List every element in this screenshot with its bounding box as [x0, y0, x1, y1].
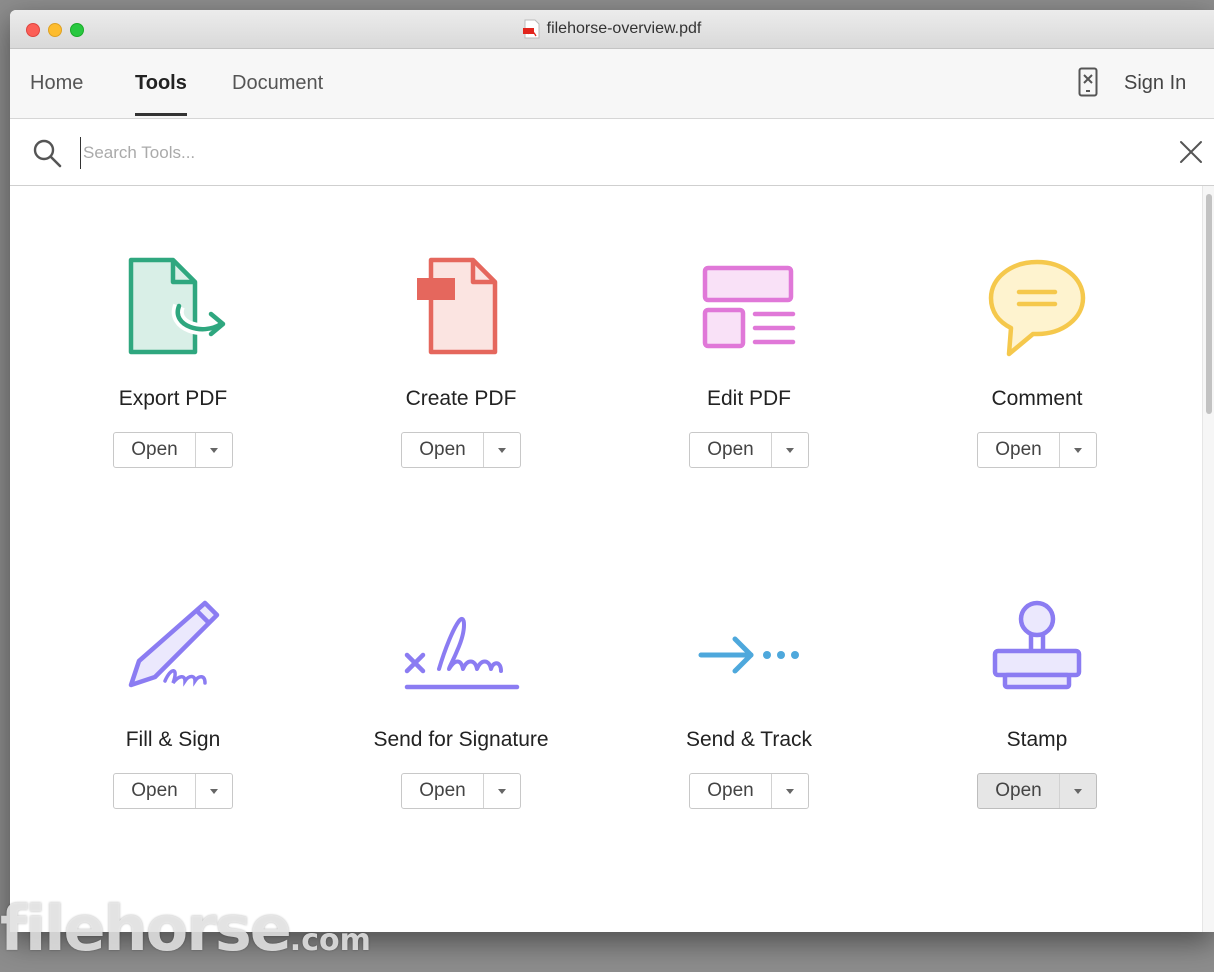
open-button[interactable]: Open	[402, 774, 484, 808]
fill-sign-icon[interactable]	[113, 589, 233, 709]
window-title-area: filehorse-overview.pdf	[10, 10, 1214, 48]
send-track-open-split-button[interactable]: Open	[689, 773, 809, 809]
open-button[interactable]: Open	[114, 433, 196, 467]
open-dropdown-button[interactable]	[1060, 774, 1096, 808]
mobile-link-icon[interactable]	[1078, 67, 1098, 97]
tool-label: Send for Signature	[373, 728, 549, 751]
app-window: filehorse-overview.pdf Home Tools Docume…	[10, 10, 1214, 932]
pdf-file-icon	[522, 19, 540, 39]
export-pdf-icon[interactable]	[113, 248, 233, 368]
tool-send-for-signature: Send for Signature Open	[317, 589, 605, 809]
chevron-down-icon	[786, 788, 794, 794]
chevron-down-icon	[210, 447, 218, 453]
scrollbar-thumb[interactable]	[1206, 194, 1212, 414]
open-dropdown-button[interactable]	[772, 433, 808, 467]
send-track-icon[interactable]	[689, 589, 809, 709]
send-for-signature-open-split-button[interactable]: Open	[401, 773, 521, 809]
sign-in-link[interactable]: Sign In	[1124, 49, 1186, 118]
open-button[interactable]: Open	[402, 433, 484, 467]
tool-label: Fill & Sign	[125, 728, 221, 751]
search-bar	[10, 119, 1214, 186]
open-button[interactable]: Open	[978, 433, 1060, 467]
filehorse-watermark-logo: filehorse.com	[0, 892, 371, 972]
tool-fill-sign: Fill & Sign Open	[29, 589, 317, 809]
tool-label: Send & Track	[685, 728, 813, 751]
tools-grid: Export PDF Open Create PDF Open Edit PDF…	[10, 186, 1202, 932]
title-bar: filehorse-overview.pdf	[10, 10, 1214, 49]
window-title: filehorse-overview.pdf	[546, 20, 702, 37]
create-pdf-open-split-button[interactable]: Open	[401, 432, 521, 468]
tool-label: Stamp	[1006, 728, 1068, 751]
vertical-scrollbar[interactable]	[1202, 186, 1214, 932]
tool-send-track: Send & Track Open	[605, 589, 893, 809]
stamp-open-split-button[interactable]: Open	[977, 773, 1097, 809]
tab-home[interactable]: Home	[30, 49, 83, 118]
tool-label: Edit PDF	[706, 387, 792, 410]
tab-document[interactable]: Document	[232, 49, 323, 118]
tool-stamp: Stamp Open	[893, 589, 1181, 809]
open-button[interactable]: Open	[978, 774, 1060, 808]
chevron-down-icon	[498, 447, 506, 453]
open-dropdown-button[interactable]	[1060, 433, 1096, 467]
tool-create-pdf: Create PDF Open	[317, 248, 605, 468]
close-search-icon[interactable]	[1178, 139, 1204, 165]
comment-icon[interactable]	[977, 248, 1097, 368]
edit-pdf-icon[interactable]	[689, 248, 809, 368]
top-navigation: Home Tools Document Sign In	[10, 49, 1214, 119]
chevron-down-icon	[786, 447, 794, 453]
send-for-signature-icon[interactable]	[401, 589, 521, 709]
watermark-brand: filehorse	[0, 892, 292, 965]
open-dropdown-button[interactable]	[484, 433, 520, 467]
open-dropdown-button[interactable]	[196, 433, 232, 467]
search-input[interactable]	[80, 137, 985, 169]
tool-label: Export PDF	[118, 387, 228, 410]
open-button[interactable]: Open	[690, 433, 772, 467]
stamp-icon[interactable]	[977, 589, 1097, 709]
fill-sign-open-split-button[interactable]: Open	[113, 773, 233, 809]
chevron-down-icon	[1074, 788, 1082, 794]
open-button[interactable]: Open	[114, 774, 196, 808]
comment-open-split-button[interactable]: Open	[977, 432, 1097, 468]
chevron-down-icon	[498, 788, 506, 794]
tool-edit-pdf: Edit PDF Open	[605, 248, 893, 468]
tool-comment: Comment Open	[893, 248, 1181, 468]
open-dropdown-button[interactable]	[484, 774, 520, 808]
export-pdf-open-split-button[interactable]: Open	[113, 432, 233, 468]
chevron-down-icon	[1074, 447, 1082, 453]
tab-tools[interactable]: Tools	[135, 49, 187, 118]
open-dropdown-button[interactable]	[772, 774, 808, 808]
search-icon	[33, 139, 62, 168]
tool-label: Comment	[991, 387, 1083, 410]
chevron-down-icon	[210, 788, 218, 794]
open-button[interactable]: Open	[690, 774, 772, 808]
watermark-suffix: .com	[289, 923, 371, 958]
create-pdf-icon[interactable]	[401, 248, 521, 368]
tool-label: Create PDF	[405, 387, 517, 410]
open-dropdown-button[interactable]	[196, 774, 232, 808]
edit-pdf-open-split-button[interactable]: Open	[689, 432, 809, 468]
tool-export-pdf: Export PDF Open	[29, 248, 317, 468]
